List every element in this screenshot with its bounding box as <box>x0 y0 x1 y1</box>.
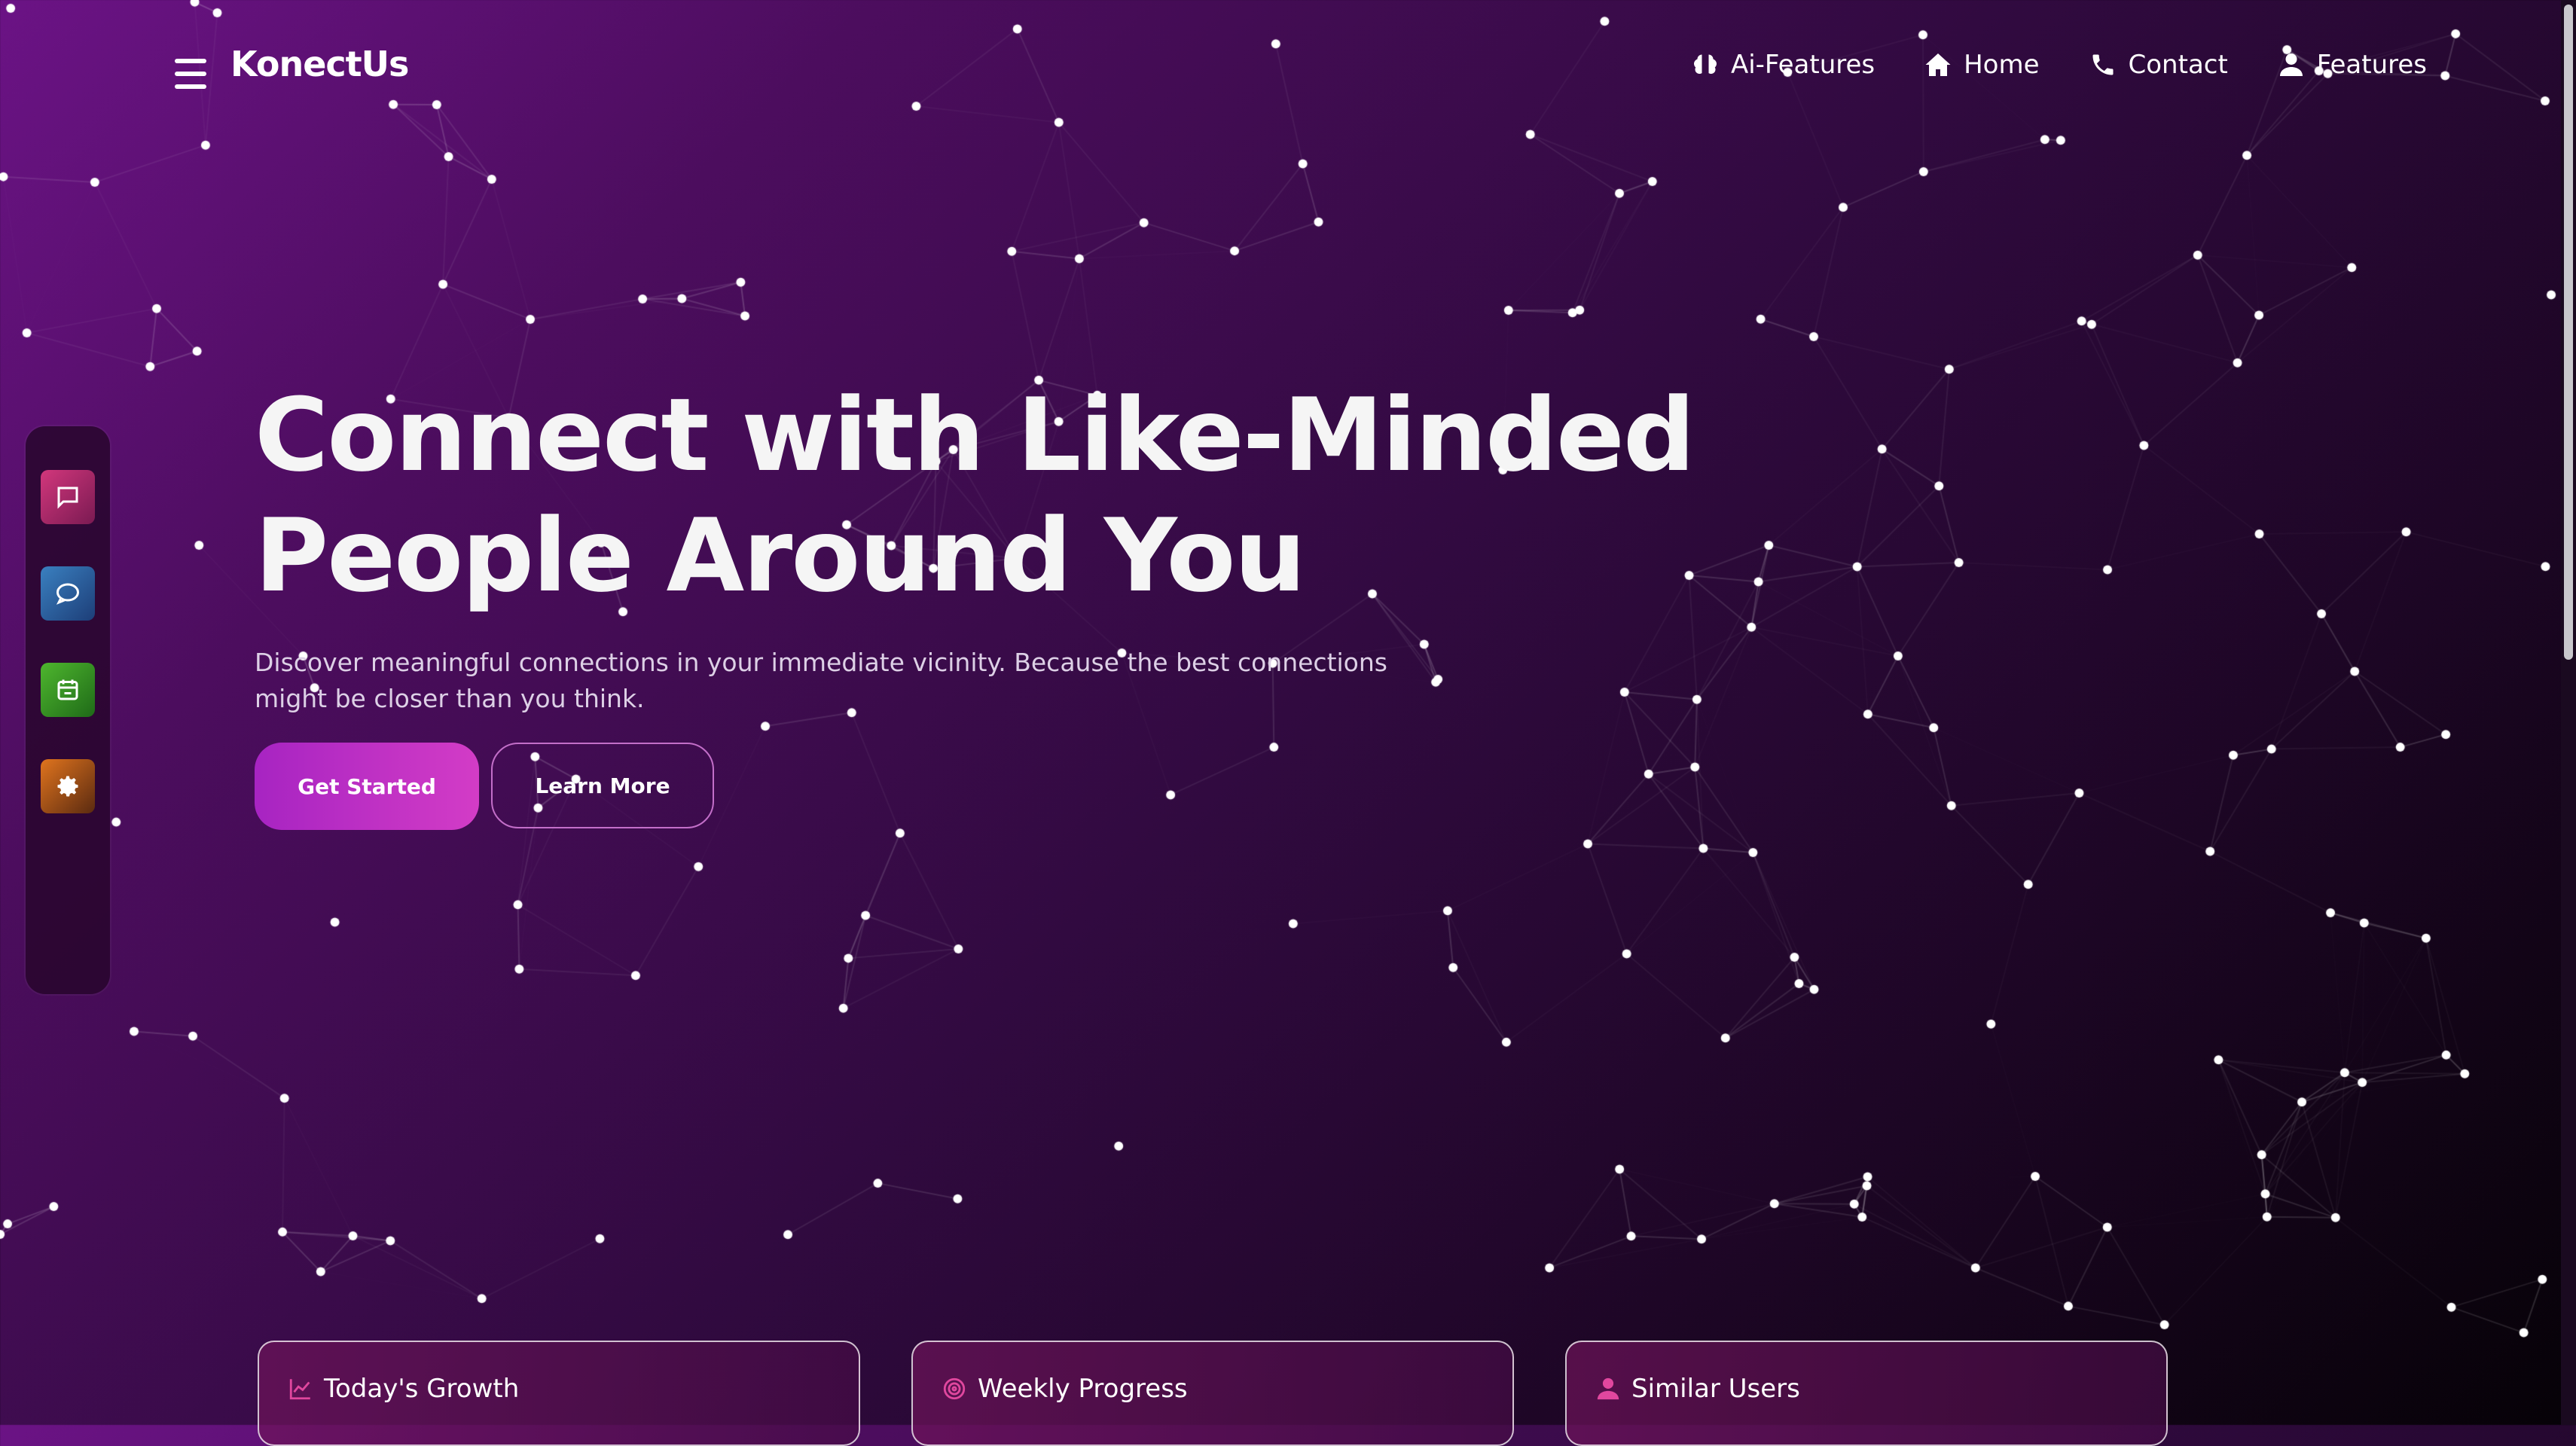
user-icon <box>2279 53 2303 76</box>
hero-title-line-2: People Around You <box>255 497 1306 615</box>
nav-link-home[interactable]: Home <box>1924 50 2040 80</box>
chat-bubble-icon <box>56 583 79 605</box>
nav-link-label: Home <box>1964 50 2040 80</box>
brain-icon <box>1693 54 1717 74</box>
hero-subtitle: Discover meaningful connections in your … <box>255 648 1387 713</box>
learn-more-button[interactable]: Learn More <box>491 743 714 828</box>
dock-button-messages[interactable] <box>41 470 95 524</box>
gear-icon <box>57 776 78 797</box>
message-square-icon <box>57 487 78 509</box>
hero-title-line-1: Connect with Like-Minded <box>255 377 1695 494</box>
nav-link-features[interactable]: Features <box>2278 50 2427 80</box>
scrollbar[interactable] <box>2561 0 2576 1425</box>
phone-icon <box>2092 54 2114 75</box>
stat-card-todays-growth: Today's Growth <box>258 1341 860 1446</box>
card-title: Today's Growth <box>324 1374 520 1404</box>
nav-link-label: Contact <box>2128 50 2228 80</box>
home-icon <box>1925 53 1951 76</box>
scrollbar-thumb[interactable] <box>2564 5 2573 660</box>
top-navigation: KonectUs Ai-Features Home Contact Featur… <box>0 0 2561 143</box>
stat-card-weekly-progress: Weekly Progress <box>911 1341 1514 1446</box>
hero-title: Connect with Like-Minded People Around Y… <box>255 375 1695 616</box>
get-started-button[interactable]: Get Started <box>255 743 479 830</box>
stat-card-similar-users: Similar Users <box>1565 1341 2168 1446</box>
nav-link-label: Ai-Features <box>1730 50 1876 80</box>
dock-button-settings[interactable] <box>41 759 95 813</box>
side-dock <box>26 426 110 994</box>
nav-link-label: Features <box>2316 50 2427 80</box>
user-icon <box>1597 1377 1619 1400</box>
nav-links: Ai-Features Home Contact Features <box>1692 50 2427 80</box>
dock-button-chat[interactable] <box>41 566 95 621</box>
card-title: Similar Users <box>1631 1374 1800 1404</box>
target-icon <box>943 1377 966 1400</box>
calendar-icon <box>57 679 78 700</box>
brand-logo[interactable]: KonectUs <box>230 44 409 84</box>
chart-line-icon <box>289 1379 310 1400</box>
card-title: Weekly Progress <box>978 1374 1188 1404</box>
dock-button-calendar[interactable] <box>41 663 95 717</box>
nav-link-contact[interactable]: Contact <box>2089 50 2228 80</box>
hamburger-menu-icon[interactable] <box>175 59 206 89</box>
nav-link-ai-features[interactable]: Ai-Features <box>1692 50 1875 80</box>
